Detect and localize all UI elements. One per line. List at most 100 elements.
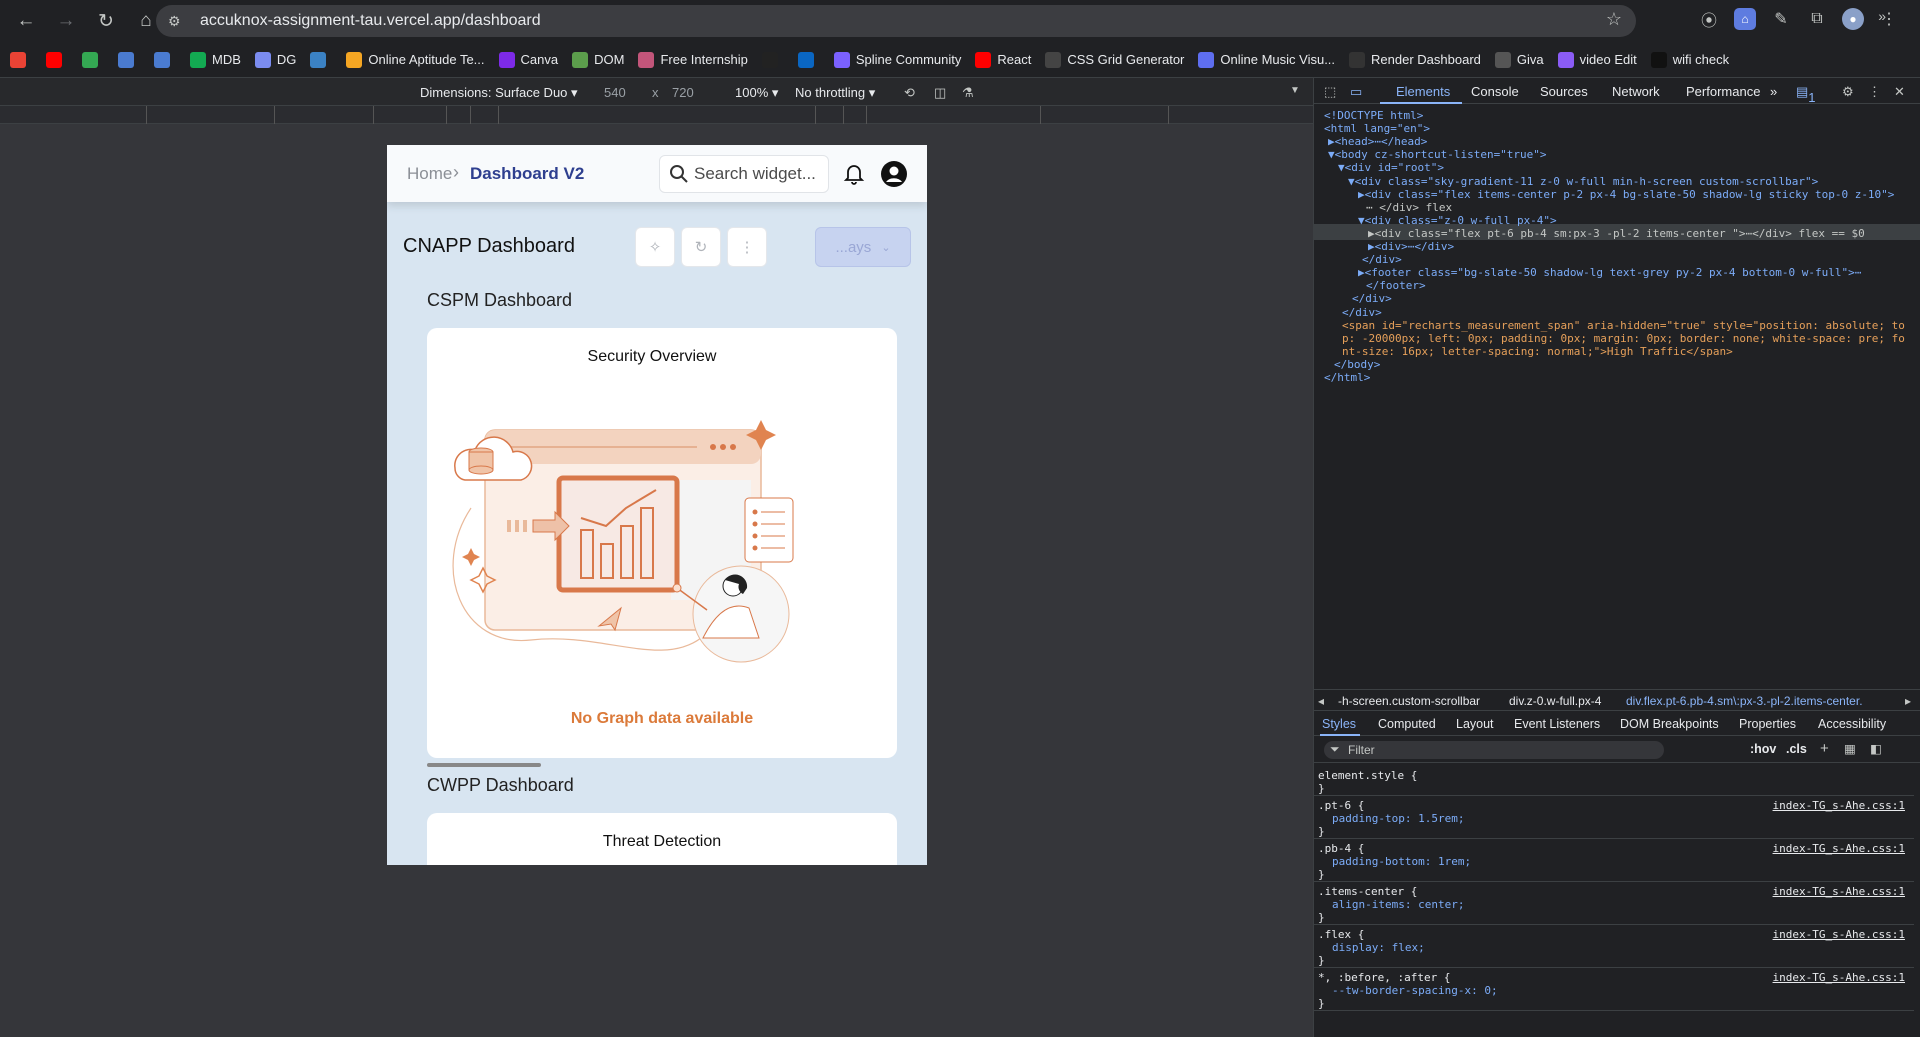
bookmark-item[interactable]: MDB bbox=[190, 51, 241, 68]
refresh-button[interactable]: ↻ bbox=[681, 227, 721, 267]
subtab-dom-breakpoints[interactable]: DOM Breakpoints bbox=[1620, 717, 1719, 731]
bookmark-item[interactable]: Canva bbox=[498, 51, 558, 68]
subtab-event-listeners[interactable]: Event Listeners bbox=[1514, 717, 1600, 731]
bookmark-item[interactable]: DOM bbox=[572, 51, 624, 68]
rule-divider bbox=[1314, 924, 1914, 925]
bookmark-item[interactable]: Online Music Visu... bbox=[1198, 51, 1335, 68]
extension-puzzle-pin-icon[interactable]: ⦿ bbox=[1698, 8, 1720, 30]
sensors-icon[interactable]: ⚗ bbox=[962, 85, 974, 101]
device-height-input[interactable]: 720 bbox=[672, 85, 694, 100]
dual-screen-icon[interactable]: ◫ bbox=[934, 85, 946, 101]
bookmark-item[interactable]: Free Internship bbox=[638, 51, 748, 68]
css-source-link[interactable]: index-TG_s-Ahe.css:1 bbox=[1773, 841, 1905, 857]
bookmarks-overflow-icon[interactable]: » bbox=[1878, 8, 1886, 24]
settings-gear-icon[interactable]: ⚙ bbox=[1842, 84, 1854, 100]
css-declaration[interactable]: display: flex; bbox=[1332, 940, 1425, 956]
subtab-properties[interactable]: Properties bbox=[1739, 717, 1796, 731]
cls-toggle[interactable]: .cls bbox=[1786, 742, 1807, 756]
extension-house-icon[interactable]: ⌂ bbox=[1734, 8, 1756, 30]
inspect-element-icon[interactable]: ⬚ bbox=[1324, 84, 1336, 100]
css-source-link[interactable]: index-TG_s-Ahe.css:1 bbox=[1773, 970, 1905, 986]
bookmark-item[interactable]: DG bbox=[254, 51, 296, 68]
styles-filter-input[interactable] bbox=[1324, 741, 1664, 759]
dom-node-line[interactable]: nt-size: 16px; letter-spacing: normal;">… bbox=[1342, 344, 1733, 360]
device-options-icon[interactable]: ▼ bbox=[1290, 85, 1300, 96]
crumb-scroll-left-icon[interactable]: ◂ bbox=[1318, 694, 1324, 708]
bookmark-item[interactable] bbox=[797, 51, 820, 68]
throttling-select[interactable]: No throttling ▾ bbox=[795, 85, 875, 101]
bookmark-item[interactable]: Render Dashboard bbox=[1349, 51, 1481, 68]
add-widget-button[interactable]: ✧ bbox=[635, 227, 675, 267]
close-icon[interactable]: ✕ bbox=[1894, 84, 1905, 100]
css-declaration[interactable]: --tw-border-spacing-x: 0; bbox=[1332, 983, 1498, 999]
breadcrumb-home[interactable]: Home bbox=[407, 164, 452, 184]
dom-crumb[interactable]: div.flex.pt-6.pb-4.sm\:px-3.-pl-2.items-… bbox=[1626, 694, 1863, 708]
tab-sources[interactable]: Sources bbox=[1540, 84, 1588, 99]
color-format-icon[interactable]: ▦ bbox=[1844, 741, 1856, 756]
dom-crumb[interactable]: -h-screen.custom-scrollbar bbox=[1338, 694, 1480, 708]
tab-elements[interactable]: Elements bbox=[1396, 84, 1450, 99]
css-declaration[interactable]: align-items: center; bbox=[1332, 897, 1464, 913]
hov-toggle[interactable]: :hov bbox=[1750, 742, 1776, 756]
tab-console[interactable]: Console bbox=[1471, 84, 1519, 99]
site-info-icon[interactable]: ⚙ bbox=[168, 13, 190, 30]
tab-performance[interactable]: Performance bbox=[1686, 84, 1760, 99]
bookmark-item[interactable] bbox=[46, 51, 68, 68]
new-rule-icon[interactable]: + bbox=[1820, 740, 1829, 757]
bookmark-item[interactable]: Giva bbox=[1494, 51, 1544, 68]
sidebar-toggle-icon[interactable]: ◧ bbox=[1870, 741, 1882, 756]
bookmark-item[interactable] bbox=[761, 51, 784, 68]
device-toggle-icon[interactable]: ▭ bbox=[1350, 84, 1362, 100]
time-range-select[interactable]: ...ays ⌄ bbox=[815, 227, 911, 267]
url-text[interactable]: accuknox-assignment-tau.vercel.app/dashb… bbox=[200, 12, 541, 30]
reload-icon[interactable]: ↻ bbox=[88, 3, 124, 39]
subtab-accessibility[interactable]: Accessibility bbox=[1818, 717, 1886, 731]
search-widget-box[interactable] bbox=[659, 155, 829, 193]
bookmark-star-icon[interactable]: ☆ bbox=[1606, 9, 1622, 30]
more-tabs-icon[interactable]: » bbox=[1770, 84, 1777, 99]
css-declaration[interactable]: padding-top: 1.5rem; bbox=[1332, 811, 1464, 827]
bell-icon[interactable] bbox=[842, 161, 866, 185]
bookmark-item[interactable]: CSS Grid Generator bbox=[1045, 51, 1184, 68]
address-bar[interactable]: ⚙ accuknox-assignment-tau.vercel.app/das… bbox=[156, 5, 1636, 37]
bookmark-item[interactable] bbox=[10, 51, 32, 68]
subtab-computed[interactable]: Computed bbox=[1378, 717, 1436, 731]
dom-node-line[interactable]: </html> bbox=[1324, 370, 1370, 386]
subtab-styles[interactable]: Styles bbox=[1322, 717, 1356, 731]
search-input[interactable] bbox=[694, 162, 824, 186]
css-source-link[interactable]: index-TG_s-Ahe.css:1 bbox=[1773, 927, 1905, 943]
subtab-layout[interactable]: Layout bbox=[1456, 717, 1494, 731]
user-avatar-icon[interactable] bbox=[880, 160, 908, 188]
bookmark-item[interactable] bbox=[82, 51, 104, 68]
device-width-input[interactable]: 540 bbox=[604, 85, 626, 100]
bookmark-item[interactable]: wifi check bbox=[1650, 51, 1729, 68]
crumb-scroll-right-icon[interactable]: ▸ bbox=[1905, 694, 1912, 708]
dom-crumb[interactable]: div.z-0.w-full.px-4 bbox=[1509, 694, 1601, 708]
devtools-menu-icon[interactable]: ⋮ bbox=[1868, 84, 1881, 100]
bookmark-item[interactable] bbox=[310, 51, 332, 68]
bookmark-item[interactable] bbox=[154, 51, 176, 68]
back-icon[interactable]: ← bbox=[8, 3, 44, 39]
css-selector[interactable]: element.style { bbox=[1318, 768, 1417, 784]
more-options-button[interactable]: ⋮ bbox=[727, 227, 767, 267]
forward-icon[interactable]: → bbox=[48, 3, 84, 39]
rotate-icon[interactable]: ⟲ bbox=[904, 85, 915, 101]
dom-node-line[interactable]: ▶<footer class="bg-slate-50 shadow-lg te… bbox=[1358, 265, 1861, 281]
extensions-icon[interactable]: ⧉ bbox=[1806, 8, 1828, 30]
css-source-link[interactable]: index-TG_s-Ahe.css:1 bbox=[1773, 884, 1905, 900]
bookmark-item[interactable]: video Edit bbox=[1557, 51, 1637, 68]
css-declaration[interactable]: padding-bottom: 1rem; bbox=[1332, 854, 1471, 870]
profile-avatar[interactable]: ● bbox=[1842, 8, 1864, 30]
tab-network[interactable]: Network bbox=[1612, 84, 1660, 99]
eyedropper-icon[interactable]: ✎ bbox=[1770, 8, 1792, 30]
horizontal-scrollbar[interactable] bbox=[427, 763, 541, 767]
issues-badge[interactable]: ▤ 1 bbox=[1796, 84, 1816, 105]
bookmark-item[interactable]: React bbox=[975, 51, 1031, 68]
bookmark-item[interactable]: Spline Community bbox=[833, 51, 961, 68]
bookmark-item[interactable] bbox=[118, 51, 140, 68]
device-dimensions-select[interactable]: Dimensions: Surface Duo ▾ bbox=[420, 85, 578, 101]
zoom-select[interactable]: 100% ▾ bbox=[735, 85, 778, 101]
css-source-link[interactable]: index-TG_s-Ahe.css:1 bbox=[1773, 798, 1905, 814]
section-title: CSPM Dashboard bbox=[427, 290, 573, 310]
bookmark-item[interactable]: Online Aptitude Te... bbox=[346, 51, 485, 68]
